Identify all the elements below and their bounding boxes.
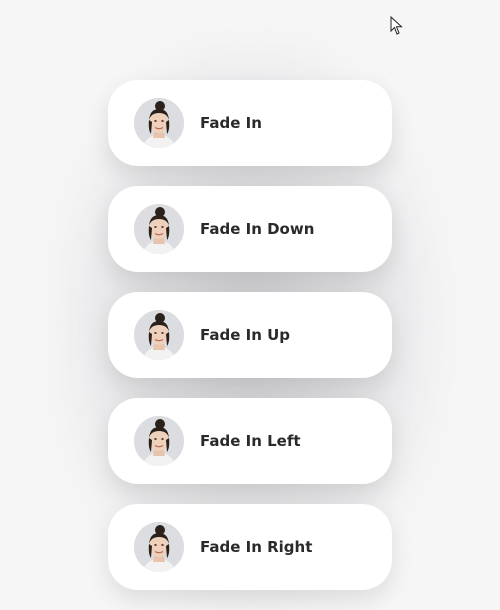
item-label: Fade In bbox=[200, 114, 262, 132]
list-item-fade-in-right[interactable]: Fade In Right bbox=[108, 504, 392, 590]
list-item-fade-in-down[interactable]: Fade In Down bbox=[108, 186, 392, 272]
list-item-fade-in-up[interactable]: Fade In Up bbox=[108, 292, 392, 378]
avatar bbox=[134, 522, 184, 572]
list-item-fade-in[interactable]: Fade In bbox=[108, 80, 392, 166]
item-label: Fade In Up bbox=[200, 326, 291, 344]
animation-list: Fade In Fade In Down Fade In Up Fade In … bbox=[108, 80, 392, 610]
avatar bbox=[134, 98, 184, 148]
avatar bbox=[134, 310, 184, 360]
item-label: Fade In Right bbox=[200, 538, 313, 556]
avatar bbox=[134, 204, 184, 254]
mouse-pointer-icon bbox=[390, 16, 403, 35]
item-label: Fade In Down bbox=[200, 220, 315, 238]
item-label: Fade In Left bbox=[200, 432, 301, 450]
list-item-fade-in-left[interactable]: Fade In Left bbox=[108, 398, 392, 484]
avatar bbox=[134, 416, 184, 466]
